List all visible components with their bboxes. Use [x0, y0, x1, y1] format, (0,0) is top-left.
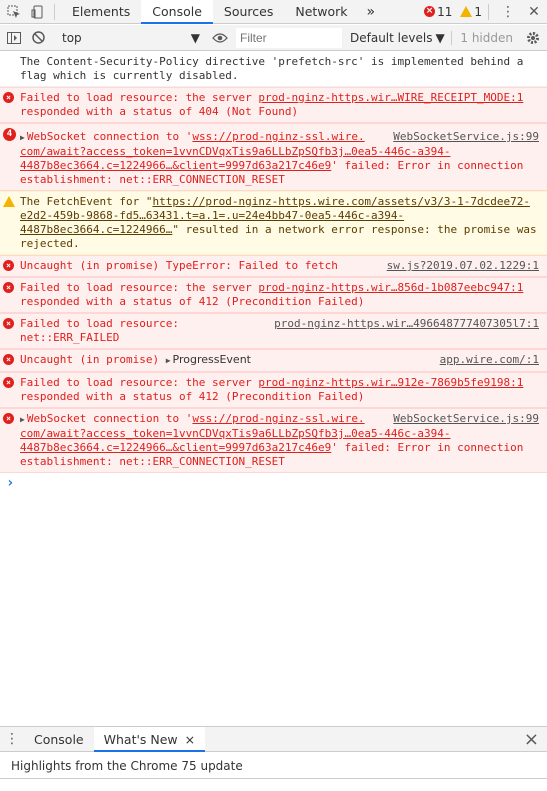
warning-count-icon: [460, 6, 473, 17]
toolbar-divider: [54, 3, 55, 20]
close-tab-icon[interactable]: ×: [185, 732, 195, 747]
message-text: Failed to load resource: the server: [20, 376, 259, 389]
message-text: Uncaught (in promise): [20, 353, 166, 366]
message-text: Uncaught (in promise) TypeError: Failed …: [20, 259, 338, 272]
console-message-error: × WebSocketService.js:99 ▶ WebSocket conn…: [0, 408, 547, 473]
resource-link[interactable]: prod-nginz-https.wir…856d-1b087eebc947:1: [258, 281, 523, 294]
tab-elements[interactable]: Elements: [61, 0, 141, 24]
resource-link[interactable]: wss://prod-nginz-ssl.wire.: [192, 412, 364, 425]
error-icon: ×: [3, 354, 14, 365]
log-levels-label: Default levels: [350, 30, 433, 45]
devtools-tabbar: Elements Console Sources Network » × 11 …: [0, 0, 547, 24]
device-toolbar-icon[interactable]: [28, 2, 48, 22]
message-text: The FetchEvent for ": [20, 195, 153, 208]
context-label: top: [62, 30, 82, 45]
drawer-tab-label: What's New: [103, 731, 178, 747]
console-message-error: × Failed to load resource: the server pr…: [0, 372, 547, 408]
message-text: WebSocket connection to ': [26, 130, 193, 143]
console-message-error: × app.wire.com/:1 Uncaught (in promise) …: [0, 349, 547, 372]
tab-sources[interactable]: Sources: [213, 0, 284, 24]
more-options-icon[interactable]: ⋮: [495, 4, 521, 20]
error-icon: ×: [3, 413, 14, 424]
error-icon: ×: [3, 377, 14, 388]
console-filterbar: top ▼ Default levels ▼ 1 hidden: [0, 25, 547, 51]
message-text: WebSocket connection to ': [26, 412, 193, 425]
source-link[interactable]: app.wire.com/:1: [440, 353, 539, 367]
message-text: responded with a status of 412 (Precondi…: [20, 295, 365, 308]
toolbar-divider: [488, 3, 489, 20]
warning-count: 1: [474, 4, 482, 19]
live-expression-eye-icon[interactable]: [210, 28, 230, 48]
tab-console[interactable]: Console: [141, 0, 213, 24]
expand-triangle-icon[interactable]: ▶: [166, 356, 171, 365]
filter-input[interactable]: [236, 27, 342, 48]
message-text: Failed to load resource:: [20, 317, 179, 330]
message-text: Failed to load resource: the server: [20, 91, 259, 104]
drawer-tab-whats-new[interactable]: What's New ×: [93, 726, 206, 752]
warning-icon: [3, 196, 15, 207]
context-selector[interactable]: top ▼: [56, 28, 206, 48]
settings-gear-icon[interactable]: [523, 28, 543, 48]
resource-link[interactable]: prod-nginz-https.wir…496648777407305l7:1: [274, 317, 539, 331]
show-sidebar-icon[interactable]: [4, 28, 24, 48]
inspect-element-icon[interactable]: [4, 2, 24, 22]
more-tabs-button[interactable]: »: [359, 4, 384, 20]
expand-triangle-icon[interactable]: ▶: [20, 133, 25, 142]
close-devtools-icon[interactable]: ✕: [521, 4, 547, 20]
source-link[interactable]: WebSocketService.js:99: [393, 412, 539, 426]
tab-network[interactable]: Network: [284, 0, 358, 24]
resource-link[interactable]: prod-nginz-https.wir…WIRE_RECEIPT_MODE:1: [258, 91, 523, 104]
drawer-more-icon[interactable]: ⋮: [0, 731, 24, 747]
resource-link[interactable]: prod-nginz-https.wir…912e-7869b5fe9198:1: [258, 376, 523, 389]
error-icon: ×: [3, 260, 14, 271]
source-link[interactable]: sw.js?2019.07.02.1229:1: [387, 259, 539, 273]
console-messages: The Content-Security-Policy directive 'p…: [0, 52, 547, 724]
error-icon: ×: [3, 92, 14, 103]
whats-new-highlight[interactable]: Highlights from the Chrome 75 update: [0, 753, 547, 779]
hidden-count: 1 hidden: [451, 30, 513, 45]
expand-triangle-icon[interactable]: ▶: [20, 415, 25, 424]
console-message-error-group: 4 WebSocketService.js:99 ▶ WebSocket conn…: [0, 123, 547, 191]
console-message-info: The Content-Security-Policy directive 'p…: [0, 52, 547, 87]
console-prompt[interactable]: ›: [0, 473, 547, 493]
message-text: net::ERR_FAILED: [20, 331, 120, 344]
message-text: Failed to load resource: the server: [20, 281, 259, 294]
message-text: responded with a status of 412 (Precondi…: [20, 390, 365, 403]
error-icon: ×: [3, 282, 14, 293]
error-count-icon: ×: [424, 6, 436, 17]
object-preview[interactable]: ProgressEvent: [173, 353, 251, 366]
console-message-error: × Failed to load resource: the server pr…: [0, 277, 547, 313]
error-icon: ×: [3, 318, 14, 329]
message-text: The Content-Security-Policy directive 'p…: [20, 55, 524, 82]
resource-link[interactable]: wss://prod-nginz-ssl.wire.: [192, 130, 364, 143]
repeat-count-badge: 4: [3, 128, 16, 141]
issue-counts[interactable]: × 11 1: [424, 5, 482, 19]
source-link[interactable]: WebSocketService.js:99: [393, 130, 539, 144]
error-count: 11: [437, 4, 453, 19]
console-message-error: × Failed to load resource: the server pr…: [0, 87, 547, 123]
drawer-tabbar: ⋮ Console What's New × ×: [0, 726, 547, 752]
prompt-chevron-icon: ›: [6, 475, 15, 491]
clear-console-icon[interactable]: [28, 28, 48, 48]
console-message-error: × prod-nginz-https.wir…496648777407305l7…: [0, 313, 547, 349]
close-drawer-icon[interactable]: ×: [524, 729, 539, 750]
console-message-error: × sw.js?2019.07.02.1229:1 Uncaught (in p…: [0, 255, 547, 277]
dropdown-arrow-icon: ▼: [190, 30, 200, 45]
dropdown-arrow-icon: ▼: [435, 30, 445, 45]
log-levels-dropdown[interactable]: Default levels ▼: [350, 31, 445, 45]
console-message-warning: The FetchEvent for "https://prod-nginz-h…: [0, 191, 547, 255]
message-text: responded with a status of 404 (Not Foun…: [20, 105, 299, 118]
drawer-tab-console[interactable]: Console: [24, 727, 94, 752]
